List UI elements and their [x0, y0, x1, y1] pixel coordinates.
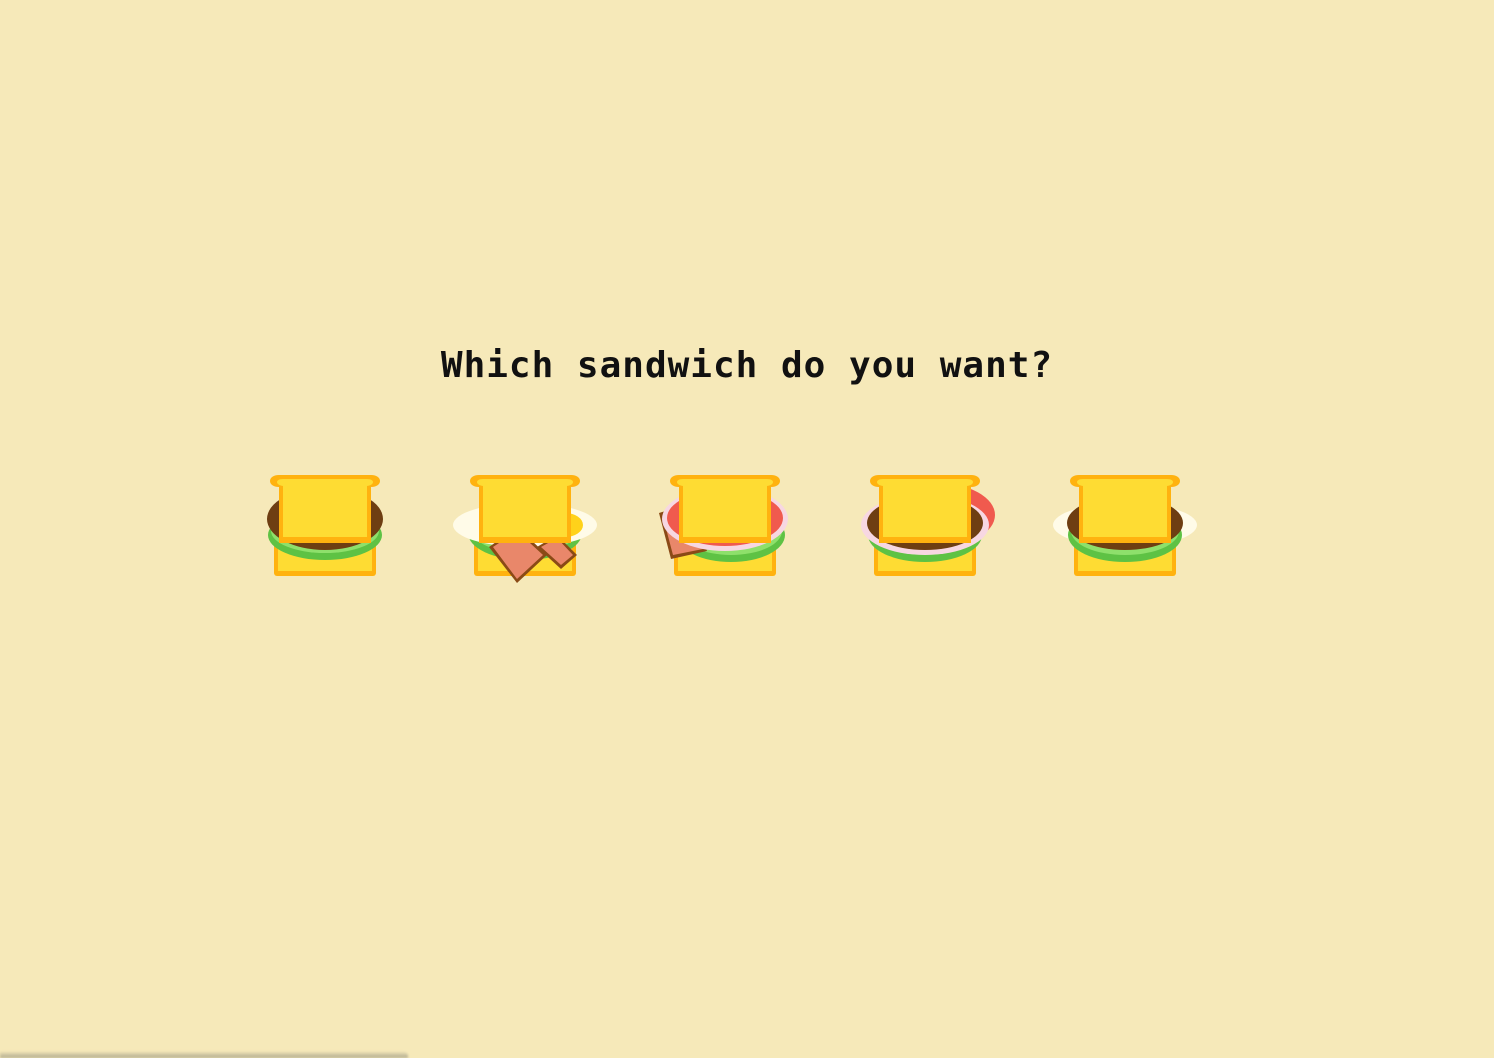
sandwich-lettuce-patty-icon	[267, 475, 383, 576]
sandwich-egg-lettuce-patty-icon	[1053, 475, 1197, 576]
sandwich-option-4[interactable]	[845, 455, 1005, 595]
bottom-shadow-bar	[0, 1052, 408, 1058]
sandwich-choices	[0, 455, 1494, 595]
sandwich-ham-tomato-onion-lettuce-icon	[659, 475, 788, 576]
sandwich-option-2[interactable]	[445, 455, 605, 595]
sandwich-option-3[interactable]	[645, 455, 805, 595]
question-title: Which sandwich do you want?	[440, 345, 1054, 386]
sandwich-option-1[interactable]	[245, 455, 405, 595]
game-stage: Which sandwich do you want?	[0, 0, 1494, 1058]
sandwich-lettuce-patty-onion-tomato-icon	[861, 475, 995, 576]
sandwich-egg-ham-lettuce-icon	[453, 475, 597, 583]
sandwich-option-5[interactable]	[1045, 455, 1205, 595]
